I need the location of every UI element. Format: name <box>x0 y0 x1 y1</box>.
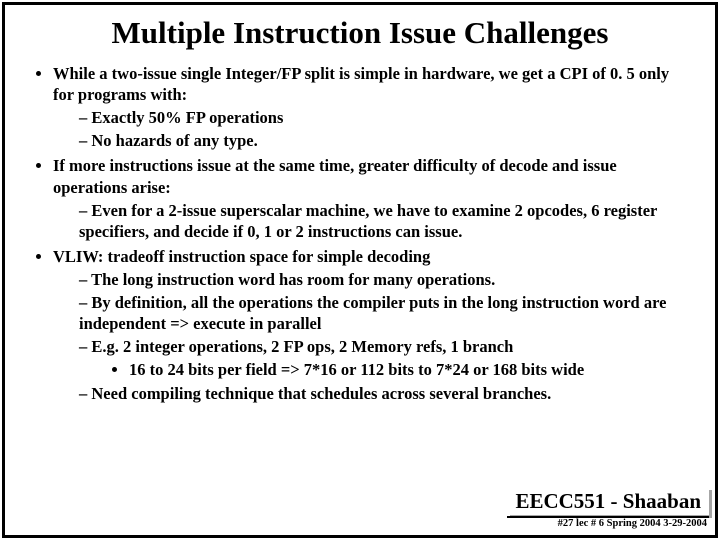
bullet-list-level1: While a two-issue single Integer/FP spli… <box>23 63 687 404</box>
bullet-text: While a two-issue single Integer/FP spli… <box>53 64 669 104</box>
dash-text: E.g. 2 integer operations, 2 FP ops, 2 M… <box>91 337 513 356</box>
bullet-text: If more instructions issue at the same t… <box>53 156 617 196</box>
dash-list: Exactly 50% FP operations No hazards of … <box>53 107 687 151</box>
dash-item: Exactly 50% FP operations <box>79 107 687 128</box>
bullet-item: While a two-issue single Integer/FP spli… <box>53 63 687 151</box>
dash-list: The long instruction word has room for m… <box>53 269 687 404</box>
dash-item: Even for a 2-issue superscalar machine, … <box>79 200 687 242</box>
slide-frame: Multiple Instruction Issue Challenges Wh… <box>2 2 718 538</box>
dash-list: Even for a 2-issue superscalar machine, … <box>53 200 687 242</box>
dash-item: The long instruction word has room for m… <box>79 269 687 290</box>
bullet-item: VLIW: tradeoff instruction space for sim… <box>53 246 687 404</box>
slide-title: Multiple Instruction Issue Challenges <box>15 15 705 51</box>
bullet-list-level2: 16 to 24 bits per field => 7*16 or 112 b… <box>79 359 687 380</box>
dash-item: By definition, all the operations the co… <box>79 292 687 334</box>
dash-item: Need compiling technique that schedules … <box>79 383 687 404</box>
slide-meta: #27 lec # 6 Spring 2004 3-29-2004 <box>507 518 709 529</box>
dash-item: No hazards of any type. <box>79 130 687 151</box>
course-label: EECC551 - Shaaban <box>507 487 709 515</box>
bullet-text: VLIW: tradeoff instruction space for sim… <box>53 247 430 266</box>
bullet-item: If more instructions issue at the same t… <box>53 155 687 241</box>
dash-item: E.g. 2 integer operations, 2 FP ops, 2 M… <box>79 336 687 380</box>
slide-footer: EECC551 - Shaaban #27 lec # 6 Spring 200… <box>507 487 709 529</box>
slide-content: While a two-issue single Integer/FP spli… <box>15 63 705 404</box>
bullet-item: 16 to 24 bits per field => 7*16 or 112 b… <box>129 359 687 380</box>
